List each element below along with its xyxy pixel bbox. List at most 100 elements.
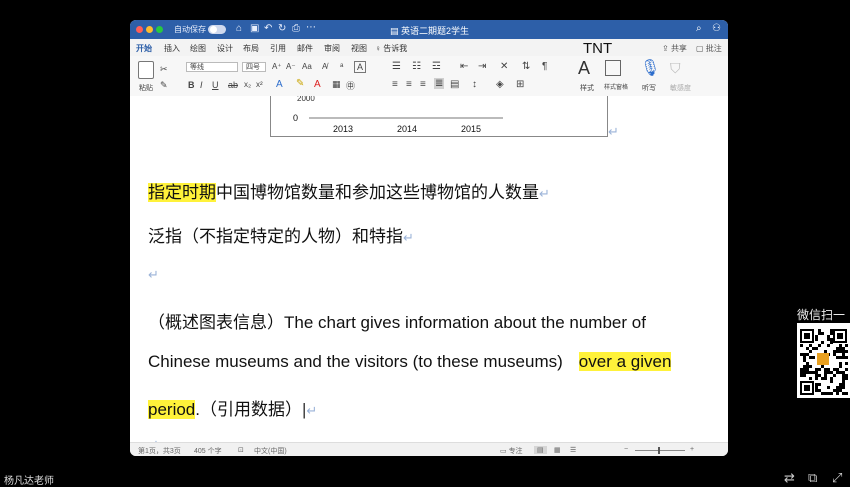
qr-module bbox=[818, 368, 821, 371]
tab-references[interactable]: 引用 bbox=[270, 43, 286, 54]
qr-module bbox=[827, 368, 830, 371]
paste-icon[interactable] bbox=[138, 61, 154, 79]
autosave-toggle[interactable] bbox=[208, 25, 226, 34]
shading-icon[interactable]: ◈ bbox=[496, 79, 504, 90]
document-page[interactable]: 2000 0 2013 2014 2015 ↵ 指定时期中国博物馆数量和参加这些博物… bbox=[130, 96, 728, 452]
shrink-font-icon[interactable]: A⁻ bbox=[286, 62, 296, 71]
format-painter-icon[interactable]: ✎ bbox=[160, 80, 168, 91]
tab-draw[interactable]: 绘图 bbox=[190, 43, 206, 54]
grow-font-icon[interactable]: A⁺ bbox=[272, 62, 282, 71]
sort-icon[interactable]: ⇅ bbox=[522, 61, 530, 72]
redo-icon[interactable]: ↻ bbox=[278, 23, 286, 34]
increase-indent-icon[interactable]: ⇥ bbox=[478, 61, 486, 72]
lightbulb-icon: ♀ bbox=[375, 44, 384, 53]
cut-icon[interactable]: ✂ bbox=[160, 64, 168, 75]
qr-module bbox=[821, 377, 824, 380]
close-window-button[interactable] bbox=[136, 26, 143, 33]
borders-icon[interactable]: ⊞ bbox=[516, 79, 524, 90]
popout-icon[interactable]: ⧉ bbox=[808, 470, 817, 486]
embedded-chart[interactable]: 2000 0 2013 2014 2015 bbox=[270, 96, 608, 137]
superscript-icon[interactable]: x² bbox=[256, 80, 263, 89]
word-count[interactable]: 405 个字 bbox=[194, 446, 222, 456]
qr-module bbox=[818, 383, 821, 386]
minimize-window-button[interactable] bbox=[146, 26, 153, 33]
multilevel-list-icon[interactable]: ☲ bbox=[432, 61, 441, 72]
text-effects-icon[interactable]: A bbox=[276, 79, 283, 90]
undo-icon[interactable]: ↶ bbox=[264, 23, 272, 34]
tell-me[interactable]: ♀ 告诉我 bbox=[375, 43, 407, 54]
align-right-icon[interactable]: ≡ bbox=[420, 79, 426, 90]
underline-icon[interactable]: U bbox=[212, 80, 219, 90]
justify-icon[interactable]: ≣ bbox=[434, 78, 445, 89]
line-spacing-icon[interactable]: ↕ bbox=[472, 79, 477, 90]
tab-review[interactable]: 审阅 bbox=[324, 43, 340, 54]
share-button[interactable]: ⇪ 共享 bbox=[662, 43, 687, 54]
empty-paragraph: ↵ bbox=[148, 264, 159, 284]
styles-label: 样式 bbox=[580, 85, 594, 92]
zoom-slider[interactable] bbox=[635, 450, 685, 451]
zoom-slider-knob[interactable] bbox=[658, 447, 660, 454]
tab-home[interactable]: 开始 bbox=[136, 43, 152, 54]
strikethrough-icon[interactable]: ab bbox=[228, 80, 238, 90]
qr-module bbox=[830, 371, 833, 374]
bold-icon[interactable]: B bbox=[188, 80, 195, 90]
fullscreen-icon[interactable]: ⤢ bbox=[832, 470, 842, 486]
char-shading-icon[interactable]: ▦ bbox=[332, 79, 341, 90]
decrease-indent-icon[interactable]: ⇤ bbox=[460, 61, 468, 72]
print-layout-icon[interactable]: ▤ bbox=[534, 446, 547, 454]
align-center-icon[interactable]: ≡ bbox=[406, 79, 412, 90]
print-icon[interactable]: ⎙ bbox=[292, 23, 300, 34]
tab-mailings[interactable]: 邮件 bbox=[297, 43, 313, 54]
font-size-select[interactable]: 四号 bbox=[242, 62, 266, 72]
home-icon[interactable]: ⌂ bbox=[236, 23, 242, 34]
outline-icon[interactable]: ☰ bbox=[570, 446, 576, 454]
subscript-icon[interactable]: x₂ bbox=[244, 80, 251, 89]
style-pane-icon[interactable] bbox=[605, 60, 621, 76]
tab-view[interactable]: 视图 bbox=[351, 43, 367, 54]
phonetic-icon[interactable]: ᵃ bbox=[340, 61, 343, 71]
tab-layout[interactable]: 布局 bbox=[243, 43, 259, 54]
focus-mode[interactable]: ▭ 专注 bbox=[500, 446, 523, 456]
switch-icon[interactable]: ⇄ bbox=[784, 470, 795, 486]
char-border-icon[interactable]: A bbox=[354, 61, 367, 73]
microphone-icon[interactable]: 🎙 bbox=[640, 58, 660, 78]
save-icon[interactable]: ▣ bbox=[250, 23, 259, 34]
page-count[interactable]: 第1页，共3页 bbox=[138, 446, 181, 456]
clear-format-icon[interactable]: A̸ bbox=[322, 62, 327, 71]
search-icon[interactable]: ⌕ bbox=[696, 23, 702, 34]
qr-module bbox=[818, 389, 821, 392]
zoom-in-icon[interactable]: + bbox=[690, 446, 694, 453]
enclose-char-icon[interactable]: ㊥ bbox=[346, 79, 355, 92]
sensitivity-icon[interactable]: ⛉ bbox=[670, 60, 681, 77]
account-icon[interactable]: ⚇ bbox=[712, 23, 721, 34]
paragraph-3: （概述图表信息）The chart gives information abou… bbox=[148, 313, 646, 332]
highlight-icon[interactable]: ✎ bbox=[296, 78, 304, 89]
language[interactable]: 中文(中国) bbox=[254, 446, 287, 456]
font-color-icon[interactable]: A bbox=[314, 79, 321, 90]
align-left-icon[interactable]: ≡ bbox=[392, 79, 398, 90]
font-name-select[interactable]: 等线 bbox=[186, 62, 238, 72]
styles-icon[interactable]: A bbox=[578, 58, 590, 79]
distributed-icon[interactable]: ▤ bbox=[450, 79, 459, 90]
qr-module bbox=[818, 329, 821, 332]
qr-module bbox=[842, 386, 845, 389]
numbering-icon[interactable]: ☷ bbox=[412, 61, 421, 72]
zoom-window-button[interactable] bbox=[156, 26, 163, 33]
change-case-icon[interactable]: Aa bbox=[302, 62, 312, 71]
italic-icon[interactable]: I bbox=[200, 80, 203, 90]
show-marks-icon[interactable]: ¶ bbox=[542, 61, 547, 72]
more-icon[interactable]: ⋯ bbox=[306, 22, 316, 33]
paragraph-mark: ↵ bbox=[539, 186, 550, 201]
paragraph-mark: ↵ bbox=[608, 124, 619, 139]
zoom-out-icon[interactable]: − bbox=[624, 446, 628, 453]
chinese-layout-icon[interactable]: ✕ bbox=[500, 61, 508, 72]
tab-design[interactable]: 设计 bbox=[217, 43, 233, 54]
y-tick-label: 2000 bbox=[297, 96, 315, 103]
bullets-icon[interactable]: ☰ bbox=[392, 61, 401, 72]
y-tick-label: 0 bbox=[293, 113, 298, 123]
tnt-label: TNT bbox=[583, 40, 613, 57]
comments-button[interactable]: ▢ 批注 bbox=[696, 43, 722, 54]
tab-insert[interactable]: 插入 bbox=[164, 43, 180, 54]
proofing-icon[interactable]: ⊡ bbox=[238, 446, 244, 454]
web-layout-icon[interactable]: ▦ bbox=[554, 446, 561, 454]
